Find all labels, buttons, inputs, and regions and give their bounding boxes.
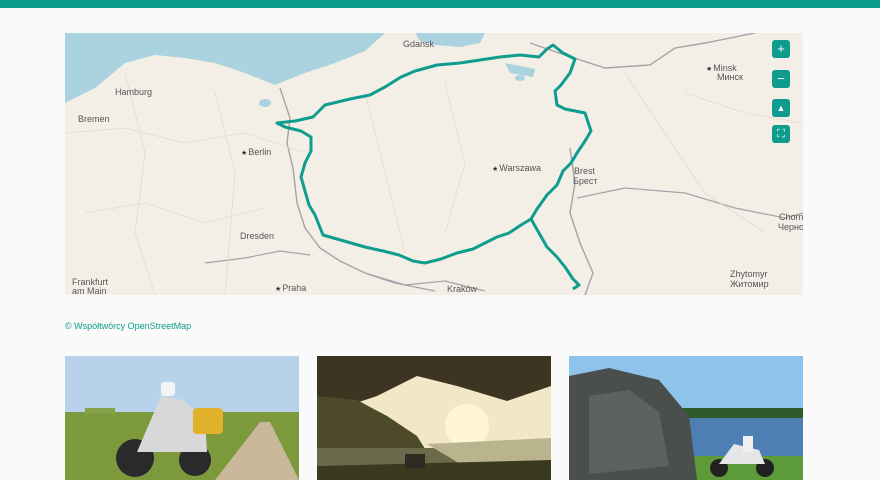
- city-label: Kraków: [447, 284, 478, 294]
- route-map[interactable]: Gdansk Minsk Минск Hamburg Bremen Berlin…: [65, 33, 803, 295]
- city-label: Минск: [717, 72, 743, 82]
- city-label: am Main: [72, 286, 107, 295]
- border-by-ua: [576, 187, 803, 219]
- rock-lake-photo: [569, 356, 803, 480]
- map-canvas[interactable]: [65, 33, 803, 295]
- city-label: Hamburg: [115, 87, 153, 97]
- city-label: Черно: [778, 222, 803, 232]
- fullscreen-icon[interactable]: ⛶: [772, 125, 790, 143]
- photo-card[interactable]: [569, 356, 803, 480]
- baltic-sea: [65, 33, 385, 103]
- photo-card[interactable]: [65, 356, 299, 480]
- route-branch: [529, 218, 581, 291]
- city-label: Zhytomyr: [730, 269, 768, 279]
- city-label: Brest: [574, 166, 596, 176]
- motorcycle-photo: [65, 356, 299, 480]
- route-line: [275, 43, 593, 265]
- top-accent-bar: [0, 0, 880, 8]
- lake: [515, 75, 525, 81]
- city-label: Брест: [573, 176, 598, 186]
- photo-card[interactable]: [317, 356, 551, 480]
- city-label: Chorn: [779, 212, 803, 222]
- city-label: Gdansk: [403, 39, 435, 49]
- city-label: Praha: [275, 283, 306, 293]
- zoom-out-button[interactable]: −: [772, 70, 790, 88]
- lagoon: [505, 63, 535, 77]
- map-attribution[interactable]: © Współtwórcy OpenStreetMap: [65, 321, 191, 331]
- border-cz: [204, 250, 311, 264]
- compass-icon[interactable]: ▲: [772, 99, 790, 117]
- city-label: Dresden: [240, 231, 275, 241]
- city-label: Warszawa: [492, 163, 541, 173]
- city-label: Bremen: [78, 114, 110, 124]
- city-label: Житомир: [730, 279, 769, 289]
- sunset-photo: [317, 356, 551, 480]
- lake: [259, 99, 271, 107]
- city-label: Berlin: [241, 147, 271, 157]
- zoom-in-button[interactable]: +: [772, 40, 790, 58]
